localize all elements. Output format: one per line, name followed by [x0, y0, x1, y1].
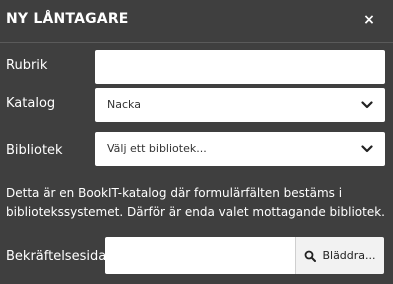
dialog-title: NY LÅNTAGARE: [6, 11, 129, 27]
dialog-header: NY LÅNTAGARE ×: [0, 0, 393, 42]
search-icon: [305, 250, 317, 262]
bibliotek-label: Bibliotek: [6, 143, 63, 158]
bekraftelse-input[interactable]: [105, 237, 295, 274]
rubrik-label: Rubrik: [6, 58, 48, 73]
info-text: Detta är en BookIT-katalog där formulärf…: [6, 186, 385, 219]
new-borrower-dialog: NY LÅNTAGARE × Rubrik Katalog Nacka Bibl…: [0, 0, 393, 284]
katalog-label: Katalog: [6, 96, 56, 111]
katalog-select[interactable]: Nacka: [95, 88, 385, 122]
browse-button-label: Bläddra...: [322, 249, 376, 262]
katalog-selected-value: Nacka: [107, 98, 141, 111]
bibliotek-selected-value: Välj ett bibliotek...: [107, 142, 207, 155]
rubrik-input[interactable]: [95, 50, 385, 84]
rubrik-field-wrapper: [95, 50, 385, 84]
close-icon: ×: [363, 12, 375, 28]
close-button[interactable]: ×: [359, 9, 379, 31]
browse-button[interactable]: Bläddra...: [295, 237, 384, 274]
bibliotek-select[interactable]: Välj ett bibliotek...: [95, 132, 385, 166]
bekraftelse-label: Bekräftelsesida: [6, 249, 107, 264]
bekraftelse-file-field[interactable]: [105, 237, 295, 274]
header-divider: [0, 42, 393, 43]
chevron-down-icon: [361, 145, 373, 153]
chevron-down-icon: [361, 101, 373, 109]
